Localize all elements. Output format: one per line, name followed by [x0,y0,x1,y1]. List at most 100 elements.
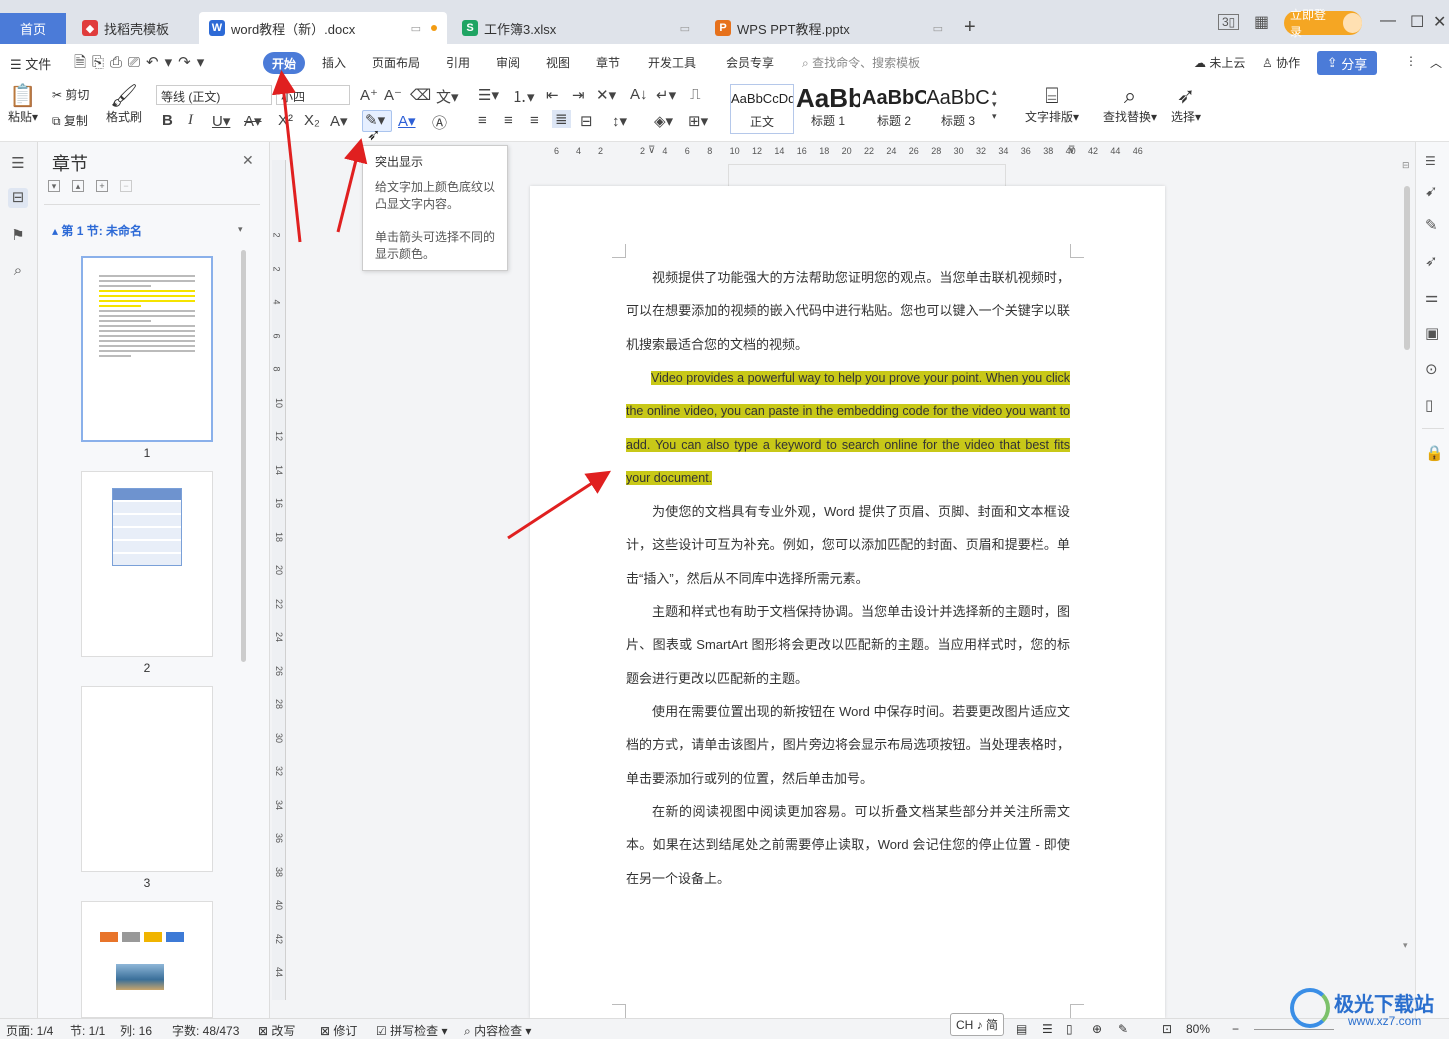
cut-button[interactable]: ✂ 剪切 [52,86,89,103]
scroll-down-icon[interactable]: ▾ [1403,940,1408,951]
chinese-layout-icon[interactable]: ✕▾ [596,86,616,104]
menu-references[interactable]: 引用 [446,54,470,71]
sliders-icon[interactable]: ⚌ [1425,288,1438,306]
web-view-icon[interactable]: ⊕ [1092,1022,1102,1036]
strikethrough-icon[interactable]: A▾ [244,112,262,130]
italic-icon[interactable]: I [188,112,193,129]
paste-button[interactable]: 📋 粘贴▾ [6,84,40,125]
bookmark-icon[interactable]: ⚑ [8,226,28,246]
show-marks-icon[interactable]: ↵▾ [656,86,676,104]
grow-font-icon[interactable]: A⁺ [360,86,378,104]
panel-scrollbar[interactable] [241,250,246,662]
menu-layout[interactable]: 页面布局 [372,54,420,71]
sort-icon[interactable]: A↓ [630,86,648,103]
monitor-icon[interactable]: ▭ [680,22,690,35]
collapse-icon[interactable]: ▴ [72,180,84,192]
bold-icon[interactable]: B [162,112,173,129]
shading-icon[interactable]: ◈▾ [654,112,673,130]
numbering-icon[interactable]: ⒈▾ [512,86,535,107]
copy-button[interactable]: ⧉ 复制 [52,112,88,129]
section-item[interactable]: ▴ 第 1 节: 未命名 [52,222,142,239]
tab-xlsx[interactable]: S 工作簿3.xlsx ▭ [452,12,700,44]
outline-icon[interactable]: ☰ [8,154,28,174]
menu-review[interactable]: 审阅 [496,54,520,71]
shrink-font-icon[interactable]: A⁻ [384,86,402,104]
page-thumb-1[interactable] [81,256,213,442]
text-layout-button[interactable]: ⌸ 文字排版▾ [1022,84,1082,125]
scroll-thumb[interactable] [1404,186,1410,350]
read-view-icon[interactable]: ▯ [1066,1022,1073,1036]
paragraph[interactable]: 在新的阅读视图中阅读更加容易。可以折叠文档某些部分并关注所需文本。如果在达到结尾… [626,795,1070,895]
close-window-icon[interactable]: ✕ [1433,12,1446,32]
section-menu-icon[interactable]: ▾ [238,224,243,235]
expand-icon[interactable]: ▾ [48,180,60,192]
page-count[interactable]: 页面: 1/4 [6,1022,53,1039]
align-center-icon[interactable]: ≡ [504,112,513,129]
text-effect-icon[interactable]: A▾ [330,112,348,130]
monitor-icon[interactable]: ▭ [933,22,943,35]
indent-marker-icon[interactable]: ⊽ [648,145,655,156]
expand-rail-icon[interactable]: ☰ [1425,154,1436,168]
paragraph[interactable]: 为使您的文档具有专业外观，Word 提供了页眉、页脚、封面和文本框设计，这些设计… [626,495,1070,595]
word-count[interactable]: 字数: 48/473 [172,1022,239,1039]
distribute-icon[interactable]: ⊟ [580,112,593,130]
cloud-status[interactable]: ☁ 未上云 [1194,54,1245,71]
close-icon[interactable]: ✕ [242,152,254,169]
zoom-level[interactable]: 80% [1186,1022,1210,1036]
indent-icon[interactable]: ⇥ [572,86,585,104]
font-name-select[interactable]: 等线 (正文) [156,85,272,105]
maximize-icon[interactable]: ☐ [1410,12,1424,32]
annotate-icon[interactable]: ✎ [1118,1022,1128,1036]
menu-devtools[interactable]: 开发工具 [648,54,696,71]
style-normal[interactable]: AaBbCcDd 正文 [730,84,794,134]
page-thumb-3[interactable] [81,686,213,872]
spell-check-toggle[interactable]: ☑ 拼写检查 ▾ [376,1022,447,1039]
login-button[interactable]: 立即登录 [1284,8,1362,39]
horizontal-ruler[interactable]: 6 4 2 2 4 6 8 10 12 14 16 18 20 22 24 26 28 30 32 34 36 38 40 4… [540,146,1160,160]
fit-page-icon[interactable]: ⊡ [1162,1022,1172,1036]
char-border-icon[interactable]: Ⓐ [432,112,447,133]
select-button[interactable]: ➶ 选择▾ [1168,84,1204,125]
location-icon[interactable]: ⊙ [1425,360,1438,378]
font-color-icon[interactable]: A▾ [398,112,416,130]
style-heading2[interactable]: AaBbC 标题 2 [862,84,926,134]
vertical-scrollbar[interactable]: ⊟ ▾ [1400,160,1414,1000]
quick-access-toolbar[interactable]: 🗎⎘⎙⎚↶▾↷▾ [74,52,210,77]
section-icon[interactable]: ⊟ [8,188,28,208]
outline-view-icon[interactable]: ☰ [1042,1022,1053,1036]
remove-section-icon[interactable]: − [120,180,132,192]
font-size-select[interactable]: 小四 [276,85,350,105]
scroll-up-icon[interactable]: ⊟ [1402,160,1410,171]
tab-home[interactable]: 首页 [0,13,66,44]
page-thumb-4[interactable] [81,901,213,1018]
zoom-out-icon[interactable]: − [1232,1022,1239,1036]
tab-pptx[interactable]: P WPS PPT教程.pptx ▭ [705,12,953,44]
paragraph[interactable]: 主题和样式也有助于文档保持协调。当您单击设计并选择新的主题时，图片、图表或 Sm… [626,595,1070,695]
apps-grid-icon[interactable]: ▦ [1254,12,1269,32]
underline-icon[interactable]: U▾ [212,112,230,130]
tab-doc[interactable]: W word教程（新）.docx ▭ [199,12,447,44]
superscript-icon[interactable]: X² [278,112,293,129]
menu-section[interactable]: 章节 [596,54,620,71]
format-painter-button[interactable]: 🖌 格式刷 [104,84,144,125]
borders-icon[interactable]: ⊞▾ [688,112,708,130]
new-tab-button[interactable]: + [964,16,976,39]
image-tool-icon[interactable]: ▣ [1425,324,1439,342]
highlighted-paragraph[interactable]: Video provides a powerful way to help yo… [626,362,1070,496]
align-right-icon[interactable]: ≡ [530,112,539,129]
book-icon[interactable]: ▯ [1425,396,1433,414]
justify-icon[interactable]: ≣ [552,110,571,128]
command-search[interactable]: ⌕ 查找命令、搜索模板 [802,54,920,71]
content-check-button[interactable]: ⌕ 内容检查 ▾ [464,1022,531,1039]
tab-template[interactable]: ◆ 找稻壳模板 [72,12,196,44]
file-menu[interactable]: ☰ 文件 [10,54,51,73]
menu-insert[interactable]: 插入 [322,54,346,71]
share-button[interactable]: ⇪ 分享 [1317,51,1377,75]
pen-icon[interactable]: ✎ [1425,216,1438,234]
document-page[interactable]: 视频提供了功能强大的方法帮助您证明您的观点。当您单击联机视频时，可以在想要添加的… [530,186,1165,1018]
vertical-ruler[interactable]: 2 2 4 6 8 10 12 14 16 18 20 22 24 26 28 30 32 34 36 38 40 42 4… [272,160,286,1000]
page-view-icon[interactable]: ▤ [1016,1022,1027,1036]
search-icon[interactable]: ⌕ [8,262,28,282]
minimize-icon[interactable]: — [1380,12,1396,30]
add-section-icon[interactable]: + [96,180,108,192]
